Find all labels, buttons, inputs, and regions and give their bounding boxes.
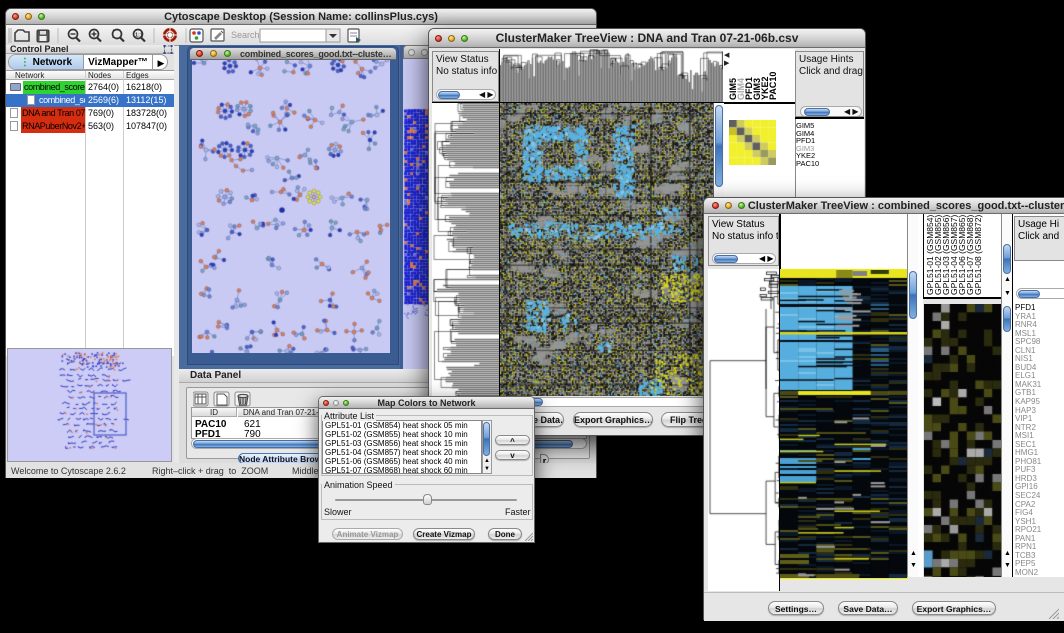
svg-text:Search:: Search: bbox=[231, 30, 262, 40]
svg-text:1:1: 1:1 bbox=[135, 33, 143, 39]
